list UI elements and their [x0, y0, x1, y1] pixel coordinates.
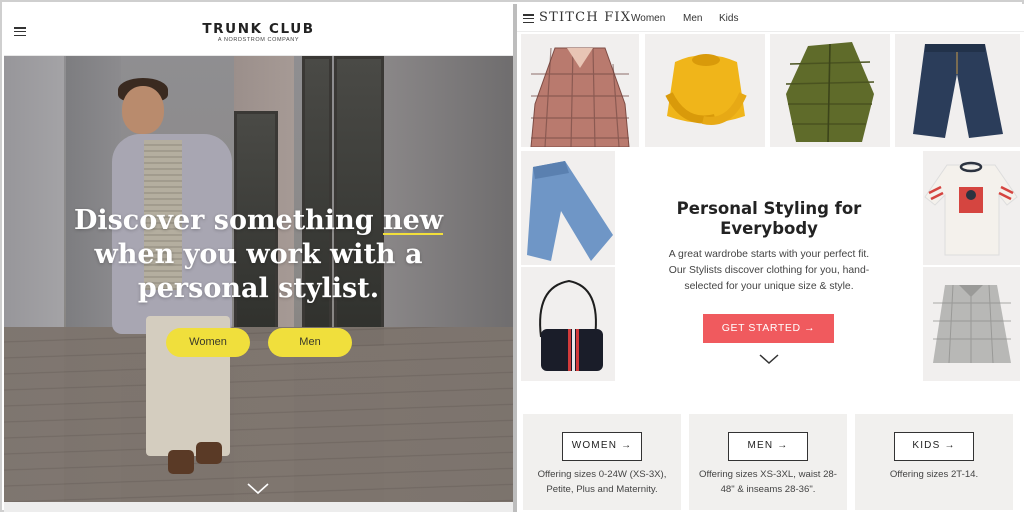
comparison-frame: TRUNK CLUB A NORDSTROM COMPANY Discover …	[0, 0, 1024, 512]
hero-title-line: Everybody	[720, 219, 818, 238]
headline-text: personal stylist.	[137, 273, 380, 304]
hero-card: Personal Styling for Everybody A great w…	[619, 149, 919, 381]
description-line: Offering sizes XS-3XL, waist 28-	[699, 469, 837, 480]
chevron-down-icon[interactable]	[759, 354, 779, 365]
product-tile-yellow-sweater[interactable]	[645, 34, 765, 147]
graphic-tee-image	[924, 161, 1018, 256]
nav-link-kids[interactable]: Kids	[719, 13, 738, 24]
hero-headline: Discover something new when you work wit…	[4, 204, 513, 306]
model-head	[122, 86, 164, 134]
hamburger-menu-icon[interactable]	[523, 14, 534, 24]
nav-link-men[interactable]: Men	[683, 13, 702, 24]
product-tile-dark-jeans[interactable]	[895, 34, 1020, 147]
trunk-club-logo[interactable]: TRUNK CLUB	[4, 21, 513, 37]
description-line: Our Stylists discover clothing for you, …	[668, 265, 870, 276]
plaid-shirt-image	[933, 284, 1011, 364]
stitch-fix-navbar: STITCH FIX Women Men Kids	[517, 4, 1024, 32]
category-description: Offering sizes 2T-14.	[861, 468, 1007, 483]
light-jeans-image	[527, 161, 613, 261]
women-category-button[interactable]: WOMEN →	[562, 432, 642, 461]
category-card-women: WOMEN → Offering sizes 0-24W (XS-3X), Pe…	[523, 414, 681, 510]
category-card-men: MEN → Offering sizes XS-3XL, waist 28- 4…	[689, 414, 847, 510]
get-started-button[interactable]: GET STARTED →	[703, 314, 834, 343]
category-description: Offering sizes 0-24W (XS-3X), Petite, Pl…	[529, 468, 675, 497]
kids-category-button[interactable]: KIDS →	[894, 432, 974, 461]
men-button[interactable]: Men	[268, 328, 352, 357]
category-description: Offering sizes XS-3XL, waist 28- 48" & i…	[695, 468, 841, 497]
plaid-coat-image	[530, 47, 630, 147]
product-tile-green-puffer[interactable]	[770, 34, 890, 147]
headline-text: Discover something	[73, 205, 383, 236]
description-line: A great wardrobe starts with your perfec…	[668, 249, 870, 260]
category-card-kids: KIDS → Offering sizes 2T-14.	[855, 414, 1013, 510]
hero-title-line: Personal Styling for	[676, 199, 862, 218]
product-tile-graphic-tee[interactable]	[923, 151, 1020, 265]
headline-highlight-word: new	[382, 205, 444, 236]
hero-image: Discover something new when you work wit…	[4, 56, 513, 502]
product-tile-plaid-shirt[interactable]	[923, 267, 1020, 381]
yellow-sweater-image	[665, 54, 747, 125]
chevron-down-icon[interactable]	[247, 483, 269, 495]
product-tile-plaid-coat[interactable]	[521, 34, 639, 147]
model-shoe	[168, 450, 194, 474]
stitch-fix-page: STITCH FIX Women Men Kids Personal Styli…	[517, 4, 1024, 512]
description-line: 48" & inseams 28-36".	[720, 483, 816, 495]
description-line: Petite, Plus and Maternity.	[546, 483, 658, 495]
trunk-club-page: TRUNK CLUB A NORDSTROM COMPANY Discover …	[4, 4, 513, 512]
women-button[interactable]: Women	[166, 328, 250, 357]
green-puffer-image	[785, 42, 875, 143]
headline-text: when you work with a	[94, 239, 423, 270]
hero-title: Personal Styling for Everybody	[619, 199, 919, 239]
trunk-club-header: TRUNK CLUB A NORDSTROM COMPANY	[4, 4, 513, 56]
description-line: selected for your unique size & style.	[684, 281, 854, 292]
nav-link-women[interactable]: Women	[631, 13, 665, 24]
wood-floor	[4, 327, 513, 502]
description-line: Offering sizes 0-24W (XS-3X),	[537, 469, 667, 480]
dark-jeans-image	[913, 44, 1003, 138]
product-tile-crossbody-bag[interactable]	[521, 267, 615, 381]
hero-description: A great wardrobe starts with your perfec…	[649, 247, 889, 295]
description-line: Offering sizes 2T-14.	[889, 469, 979, 480]
model-shoe	[196, 442, 222, 464]
stitch-fix-logo[interactable]: STITCH FIX	[539, 10, 631, 25]
footer-strip	[4, 502, 513, 512]
trunk-club-logo-subtitle: A NORDSTROM COMPANY	[217, 37, 300, 43]
product-tile-light-jeans[interactable]	[521, 151, 615, 265]
crossbody-bag-image	[539, 279, 603, 371]
men-category-button[interactable]: MEN →	[728, 432, 808, 461]
